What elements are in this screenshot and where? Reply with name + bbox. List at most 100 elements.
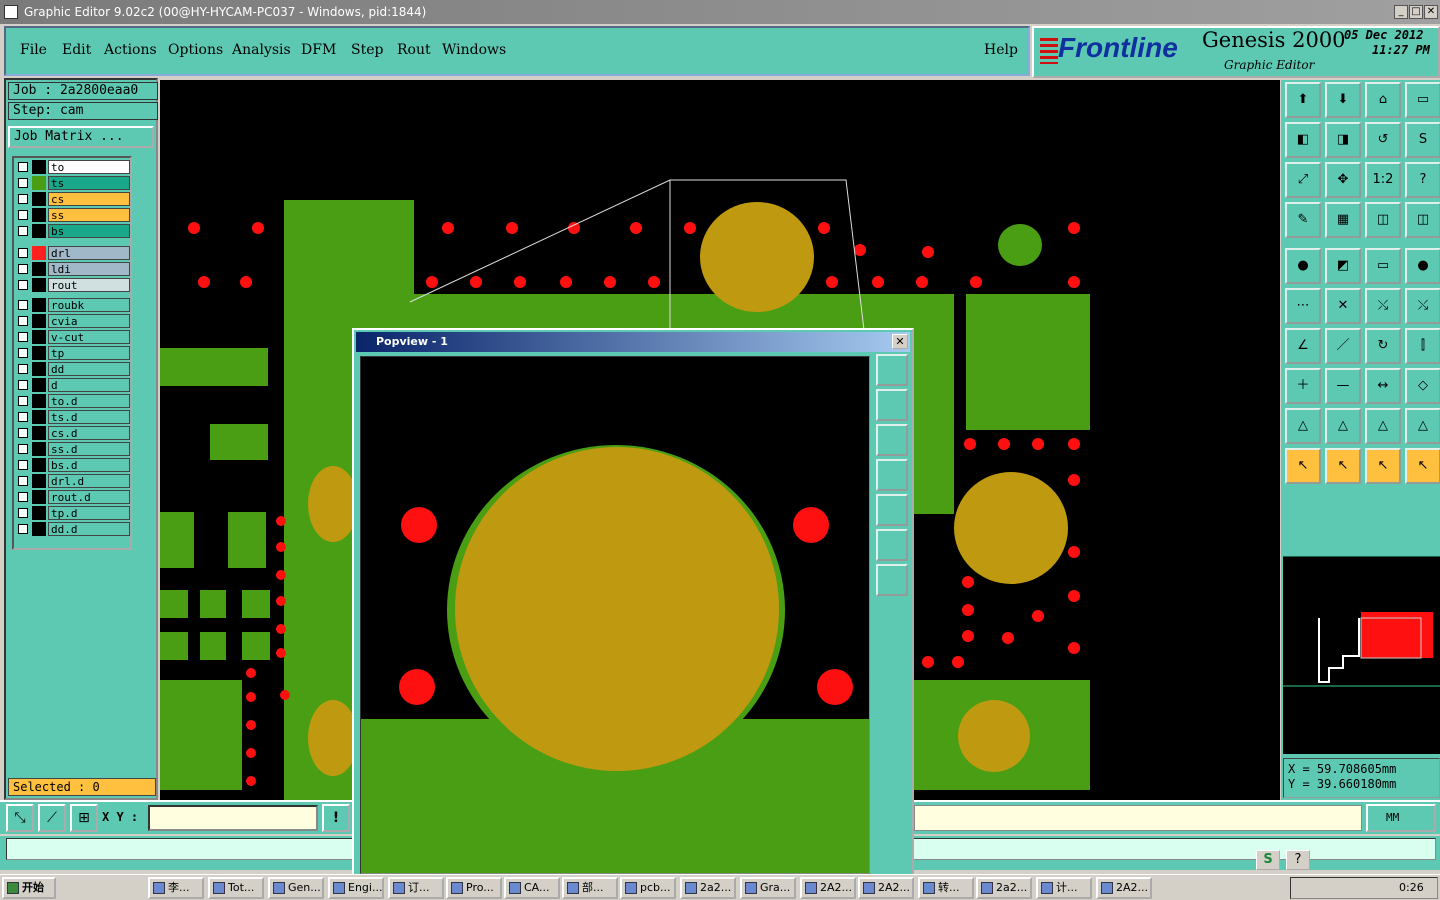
layer-row[interactable]: d [16, 378, 132, 392]
window-icon[interactable]: ▭ [1405, 82, 1440, 118]
layer-color-swatch[interactable] [32, 224, 46, 238]
layer-name[interactable]: to.d [48, 394, 130, 408]
triangle-a-icon[interactable]: △ [1285, 408, 1321, 444]
close-button[interactable]: ✕ [1424, 5, 1438, 19]
layer-color-swatch[interactable] [32, 442, 46, 456]
cross-icon[interactable]: ✕ [1325, 288, 1361, 324]
taskbar-button[interactable]: Gra... [740, 877, 796, 899]
layer-checkbox[interactable] [18, 280, 28, 290]
layer-checkbox[interactable] [18, 492, 28, 502]
layer-color-swatch[interactable] [32, 246, 46, 260]
layer-row[interactable]: drl [16, 246, 132, 260]
popview-window[interactable]: Popview - 1 ✕ [352, 328, 914, 878]
undo-zoom-icon[interactable]: ↺ [1365, 122, 1401, 158]
triangle-b-icon[interactable]: △ [1325, 408, 1361, 444]
layer-color-swatch[interactable] [32, 362, 46, 376]
layer-name[interactable]: dd.d [48, 522, 130, 536]
layer-name[interactable]: cvia [48, 314, 130, 328]
layer-checkbox[interactable] [18, 380, 28, 390]
layer-name[interactable]: drl [48, 246, 130, 260]
menu-edit[interactable]: Edit [62, 42, 91, 58]
menu-dfm[interactable]: DFM [301, 42, 336, 58]
layer-color-swatch[interactable] [32, 160, 46, 174]
layer-name[interactable]: drl.d [48, 474, 130, 488]
layer-row[interactable]: roubk [16, 298, 132, 312]
layer-name[interactable]: to [48, 160, 130, 174]
layer-name[interactable]: tp [48, 346, 130, 360]
ratio-icon[interactable]: 1:2 [1365, 162, 1401, 198]
layer-color-swatch[interactable] [32, 330, 46, 344]
layer-row[interactable]: bs.d [16, 458, 132, 472]
layer-checkbox[interactable] [18, 210, 28, 220]
rotate-icon[interactable]: ↻ [1365, 328, 1401, 364]
layer-name[interactable]: dd [48, 362, 130, 376]
dimension-icon[interactable]: ↔ [1365, 368, 1401, 404]
popview-center-icon[interactable] [876, 564, 908, 596]
layer-checkbox[interactable] [18, 524, 28, 534]
popview-pan-up-icon[interactable] [876, 389, 908, 421]
layer-row[interactable]: ldi [16, 262, 132, 276]
execute-icon[interactable]: ! [322, 804, 350, 832]
add-node-icon[interactable]: ＋ [1285, 368, 1321, 404]
layer-color-swatch[interactable] [32, 314, 46, 328]
layer-name[interactable]: tp.d [48, 506, 130, 520]
layer-row[interactable]: rout [16, 278, 132, 292]
layer-color-swatch[interactable] [32, 522, 46, 536]
layer-checkbox[interactable] [18, 508, 28, 518]
help-icon[interactable]: ? [1286, 850, 1310, 870]
popview-pan-right-icon[interactable] [876, 494, 908, 526]
save-job-icon[interactable]: ⬇ [1325, 82, 1361, 118]
select-box-icon[interactable]: ↖ [1325, 448, 1361, 484]
layers-a-icon[interactable]: ◫ [1365, 202, 1401, 238]
taskbar-button[interactable]: Pro... [446, 877, 502, 899]
taskbar-button[interactable]: 转... [918, 877, 974, 899]
fit-all-icon[interactable]: ⤢ [1285, 162, 1321, 198]
layer-name[interactable]: roubk [48, 298, 130, 312]
layer-color-swatch[interactable] [32, 346, 46, 360]
layer-row[interactable]: to [16, 160, 132, 174]
popview-canvas[interactable] [360, 356, 870, 874]
layer-checkbox[interactable] [18, 264, 28, 274]
layer-name[interactable]: ts.d [48, 410, 130, 424]
menu-file[interactable]: File [20, 42, 47, 58]
layer-checkbox[interactable] [18, 444, 28, 454]
taskbar-button[interactable]: 2A2... [1096, 877, 1152, 899]
layer-row[interactable]: v-cut [16, 330, 132, 344]
select-poly-icon[interactable]: ↖ [1365, 448, 1401, 484]
layers-b-icon[interactable]: ◫ [1405, 202, 1440, 238]
layer-row[interactable]: dd [16, 362, 132, 376]
layer-color-swatch[interactable] [32, 506, 46, 520]
layer-color-swatch[interactable] [32, 426, 46, 440]
popview-pan-left-icon[interactable] [876, 459, 908, 491]
mirror-icon[interactable]: ⫿ [1405, 328, 1440, 364]
layer-name[interactable]: v-cut [48, 330, 130, 344]
layer-color-swatch[interactable] [32, 394, 46, 408]
xy-input[interactable] [148, 805, 318, 831]
layer-color-swatch[interactable] [32, 458, 46, 472]
taskbar-button[interactable]: 2A2... [858, 877, 914, 899]
taskbar-button[interactable]: 李... [148, 877, 204, 899]
shapes-icon[interactable]: ◇ [1405, 368, 1440, 404]
layer-row[interactable]: dd.d [16, 522, 132, 536]
grid-view-icon[interactable]: ▦ [1325, 202, 1361, 238]
snap-icon[interactable]: ⤡ [6, 804, 34, 832]
layer-row[interactable]: ts.d [16, 410, 132, 424]
layer-checkbox[interactable] [18, 162, 28, 172]
triangle-c-icon[interactable]: △ [1365, 408, 1401, 444]
zoom-right-icon[interactable]: ◨ [1325, 122, 1361, 158]
layer-row[interactable]: rout.d [16, 490, 132, 504]
layer-color-swatch[interactable] [32, 208, 46, 222]
ime-icon[interactable]: S [1256, 850, 1280, 870]
layer-row[interactable]: ts [16, 176, 132, 190]
snap-s-icon[interactable]: S [1405, 122, 1440, 158]
triangle-d-icon[interactable]: △ [1405, 408, 1440, 444]
layer-color-swatch[interactable] [32, 490, 46, 504]
taskbar-button[interactable]: 部... [562, 877, 618, 899]
layer-name[interactable]: bs.d [48, 458, 130, 472]
menu-step[interactable]: Step [351, 42, 383, 58]
menu-options[interactable]: Options [168, 42, 223, 58]
units-select[interactable]: MM [1366, 804, 1436, 832]
layer-name[interactable]: rout.d [48, 490, 130, 504]
slash-icon[interactable]: ／ [1325, 328, 1361, 364]
draw-icon[interactable]: ◩ [1325, 248, 1361, 284]
